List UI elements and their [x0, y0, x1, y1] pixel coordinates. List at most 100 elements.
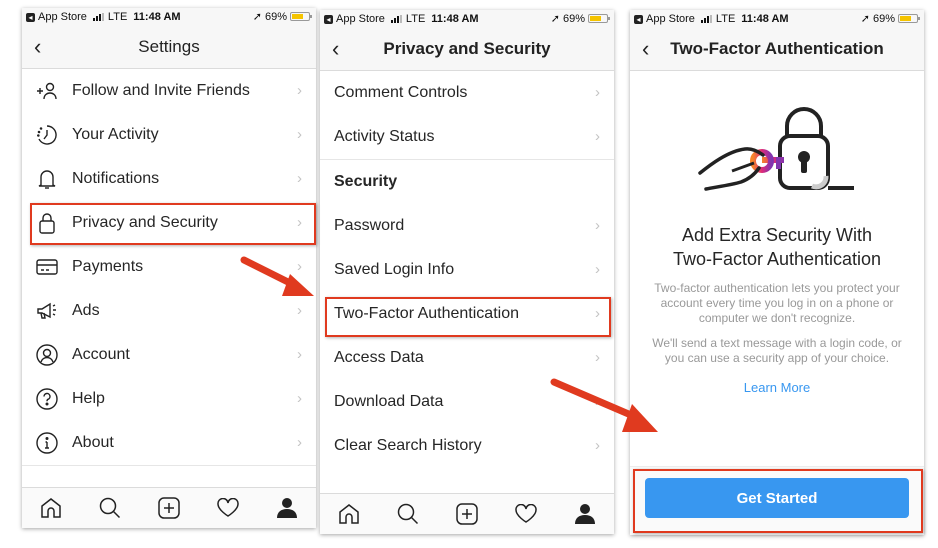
privacy-list: Comment Controls › Activity Status › Secur…: [320, 71, 614, 468]
item-label: Payments: [72, 258, 144, 275]
chevron-right-icon: ›: [297, 302, 302, 319]
chevron-right-icon: ›: [297, 214, 302, 231]
new-post-icon[interactable]: [155, 494, 183, 522]
settings-screen: ◂ App Store LTE 11:48 AM ➚ 69% ‹ Settings…: [22, 8, 316, 528]
settings-item-about[interactable]: About ›: [22, 421, 316, 465]
security-item-password[interactable]: Password ›: [320, 204, 614, 248]
two-factor-description: Two-factor authentication lets you prote…: [654, 281, 900, 325]
page-title: Privacy and Security: [383, 39, 551, 58]
security-item-download-data[interactable]: Download Data ›: [320, 380, 614, 424]
profile-icon[interactable]: [273, 494, 301, 522]
item-label: Download Data: [334, 393, 444, 410]
back-to-app-icon[interactable]: ◂: [26, 12, 35, 22]
item-label: Ads: [72, 302, 100, 319]
section-header-security: Security: [320, 160, 614, 204]
profile-icon[interactable]: [571, 500, 599, 528]
location-icon: ➚: [860, 13, 870, 25]
account-icon: [36, 344, 58, 366]
page-title: Settings: [138, 37, 200, 56]
back-app-label[interactable]: App Store: [646, 13, 695, 25]
back-button[interactable]: ‹: [642, 36, 649, 62]
home-icon[interactable]: [335, 500, 363, 528]
chevron-right-icon: ›: [595, 261, 600, 278]
item-label: Password: [334, 217, 405, 234]
back-button[interactable]: ‹: [332, 36, 339, 62]
back-to-app-icon[interactable]: ◂: [634, 14, 643, 24]
signal-icon: [700, 15, 712, 23]
item-label: About: [72, 434, 114, 451]
two-factor-footer: Get Started: [630, 466, 924, 535]
settings-item-account[interactable]: Account ›: [22, 333, 316, 377]
home-icon[interactable]: [37, 494, 65, 522]
two-factor-screen: ◂ App Store LTE 11:48 AM ➚ 69% ‹ Two-Fact…: [630, 10, 924, 535]
location-icon: ➚: [550, 13, 560, 25]
item-label: Access Data: [334, 349, 424, 366]
back-button[interactable]: ‹: [34, 34, 41, 60]
security-item-access-data[interactable]: Access Data ›: [320, 336, 614, 380]
chevron-right-icon: ›: [595, 393, 600, 410]
settings-item-payments[interactable]: Payments ›: [22, 245, 316, 289]
learn-more-link[interactable]: Learn More: [744, 380, 810, 395]
new-post-icon[interactable]: [453, 500, 481, 528]
network-label: LTE: [715, 13, 736, 25]
item-label: Privacy and Security: [72, 214, 218, 231]
item-label: Notifications: [72, 170, 160, 187]
chevron-right-icon: ›: [297, 82, 302, 99]
help-icon: [36, 388, 58, 410]
lock-icon: [36, 212, 58, 234]
section-label: Security: [334, 173, 398, 190]
back-app-label[interactable]: App Store: [336, 13, 385, 25]
battery-icon: [588, 14, 610, 23]
item-label: Your Activity: [72, 126, 159, 143]
security-item-saved-login-info[interactable]: Saved Login Info ›: [320, 248, 614, 292]
megaphone-icon: [36, 300, 58, 322]
chevron-right-icon: ›: [595, 217, 600, 234]
status-bar: ◂ App Store LTE 11:48 AM ➚ 69%: [320, 10, 614, 28]
security-item-clear-search-history[interactable]: Clear Search History ›: [320, 424, 614, 468]
privacy-item-activity-status[interactable]: Activity Status ›: [320, 115, 614, 159]
chevron-right-icon: ›: [297, 346, 302, 363]
privacy-security-screen: ◂ App Store LTE 11:48 AM ➚ 69% ‹ Privacy …: [320, 10, 614, 534]
item-label: Saved Login Info: [334, 261, 455, 278]
two-factor-content: Add Extra Security With Two-Factor Authe…: [630, 71, 924, 397]
search-icon[interactable]: [394, 500, 422, 528]
settings-item-ads[interactable]: Ads ›: [22, 289, 316, 333]
network-label: LTE: [107, 11, 128, 23]
get-started-button[interactable]: Get Started: [645, 478, 909, 518]
card-icon: [36, 256, 58, 278]
activity-clock-icon: [36, 124, 58, 146]
status-time: 11:48 AM: [133, 11, 181, 23]
settings-item-help[interactable]: Help ›: [22, 377, 316, 421]
settings-item-notifications[interactable]: Notifications ›: [22, 157, 316, 201]
back-app-label[interactable]: App Store: [38, 11, 87, 23]
settings-item-your-activity[interactable]: Your Activity ›: [22, 113, 316, 157]
chevron-right-icon: ›: [595, 349, 600, 366]
chevron-right-icon: ›: [595, 437, 600, 454]
back-to-app-icon[interactable]: ◂: [324, 14, 333, 24]
privacy-item-comment-controls[interactable]: Comment Controls ›: [320, 71, 614, 115]
item-label: Two-Factor Authentication: [334, 305, 519, 322]
chevron-right-icon: ›: [297, 434, 302, 451]
info-icon: [36, 432, 58, 454]
settings-item-follow-invite[interactable]: Follow and Invite Friends ›: [22, 69, 316, 113]
chevron-right-icon: ›: [297, 170, 302, 187]
nav-bar: ‹ Privacy and Security: [320, 28, 614, 71]
chevron-right-icon: ›: [595, 84, 600, 101]
settings-item-privacy-security[interactable]: Privacy and Security ›: [22, 201, 316, 245]
tab-bar: [320, 493, 614, 534]
battery-percent: 69%: [562, 12, 585, 25]
page-title: Two-Factor Authentication: [670, 39, 884, 58]
network-label: LTE: [405, 13, 426, 25]
battery-icon: [898, 14, 920, 23]
activity-heart-icon[interactable]: [214, 494, 242, 522]
item-label: Follow and Invite Friends: [72, 82, 250, 99]
heading-line-1: Add Extra Security With: [681, 225, 873, 245]
bell-icon: [36, 168, 58, 190]
two-factor-sms-description: We'll send a text message with a login c…: [652, 336, 902, 365]
chevron-right-icon: ›: [595, 128, 600, 145]
activity-heart-icon[interactable]: [512, 500, 540, 528]
status-time: 11:48 AM: [741, 13, 789, 25]
item-label: Help: [72, 390, 105, 407]
security-item-two-factor-authentication[interactable]: Two-Factor Authentication ›: [320, 292, 614, 336]
search-icon[interactable]: [96, 494, 124, 522]
